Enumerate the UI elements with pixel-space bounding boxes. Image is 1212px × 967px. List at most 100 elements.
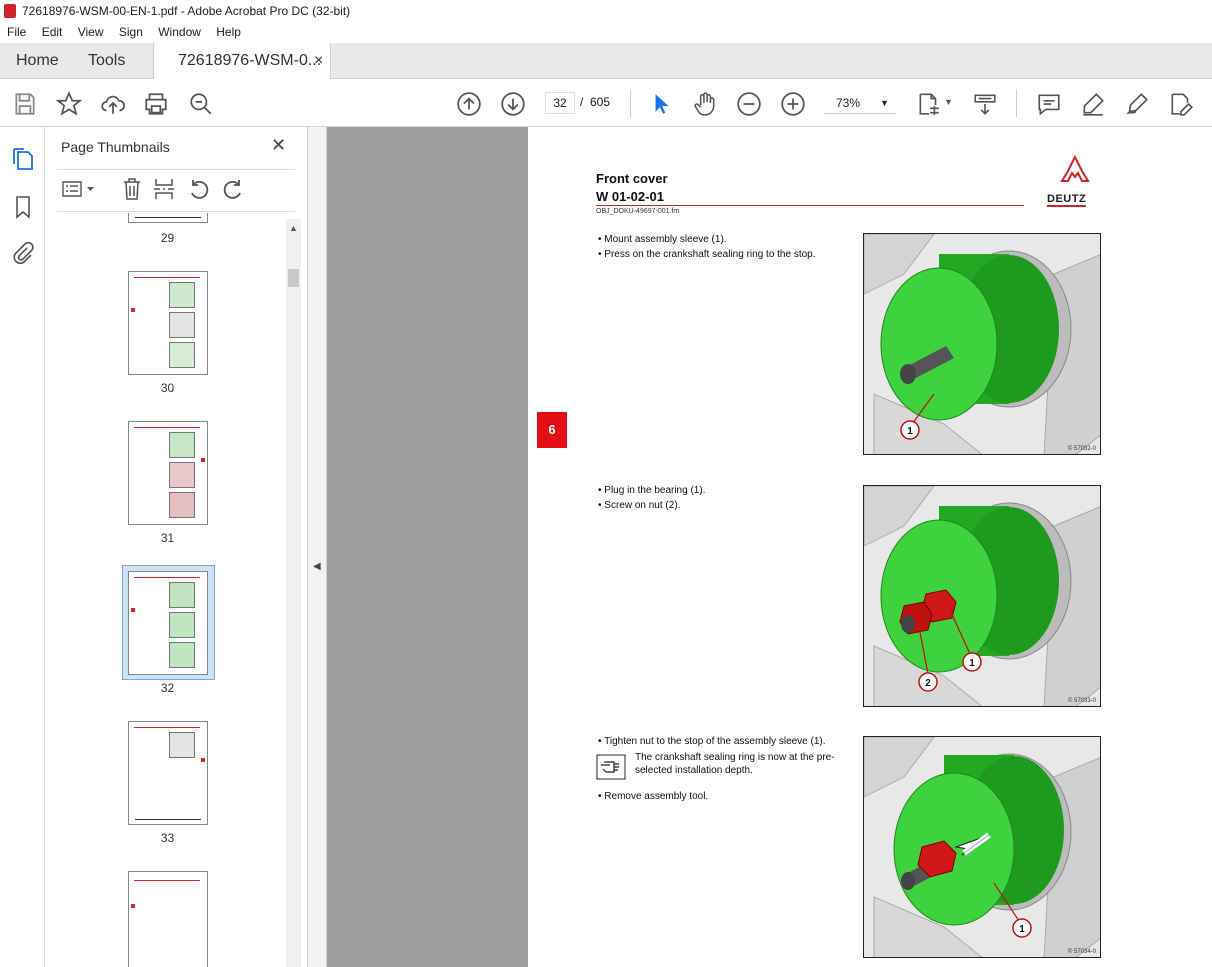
fig1-callout-1: 1 <box>907 426 913 437</box>
panel-close-icon[interactable]: ✕ <box>271 135 286 156</box>
delete-icon[interactable] <box>121 177 143 201</box>
fig2-number: © 57033-0 <box>1067 698 1096 704</box>
deutz-logo-text: DEUTZ <box>1047 193 1087 207</box>
zoom-in-icon[interactable] <box>780 91 806 117</box>
deutz-logo-icon <box>1060 155 1090 182</box>
figure-3-drawing: 1 <box>864 737 1100 957</box>
figure-tighten-nut: 1 © 57034-0 <box>863 736 1101 958</box>
menu-view[interactable]: View <box>78 25 104 39</box>
select-cursor-icon[interactable] <box>648 91 674 117</box>
doc-file: OBJ_DOKU-49697-001.fm <box>596 208 680 215</box>
thumbnail-list: 29 30 31 32 33 <box>45 213 285 967</box>
menu-file[interactable]: File <box>7 25 26 39</box>
thumbnail-scrollbar[interactable]: ▲ <box>286 219 301 967</box>
sign-pen-icon[interactable] <box>1124 91 1150 117</box>
tab-tools[interactable]: Tools <box>88 43 125 79</box>
insert-page-icon[interactable] <box>153 177 175 201</box>
panel-title: Page Thumbnails <box>61 139 170 155</box>
cloud-upload-icon[interactable] <box>100 91 126 117</box>
fig1-number: © 57032-0 <box>1067 446 1096 452</box>
menu-bar: File Edit View Sign Window Help <box>0 22 1212 43</box>
fig3-number: © 57034-0 <box>1067 949 1096 955</box>
menu-help[interactable]: Help <box>216 25 241 39</box>
fig2-callout-2: 2 <box>925 678 931 689</box>
page-number-input[interactable]: 32 <box>545 92 575 114</box>
print-icon[interactable] <box>143 91 169 117</box>
step2-text-1: Plug in the bearing (1). <box>604 485 706 496</box>
step4-bullet-1: • Remove assembly tool. <box>598 791 709 802</box>
document-viewer[interactable]: Front cover W 01-02-01 OBJ_DOKU-49697-00… <box>327 127 1212 967</box>
note-text: The crankshaft sealing ring is now at th… <box>635 752 835 776</box>
collapse-arrow-icon: ◀ <box>313 561 321 572</box>
menu-edit[interactable]: Edit <box>42 25 63 39</box>
rotate-right-icon[interactable] <box>221 177 245 201</box>
tab-bar: Home Tools 72618976-WSM-0... × <box>0 43 1212 80</box>
thumbnail-label-33: 33 <box>160 831 175 845</box>
toolbar: 32 / 605 73% ▼ ▼ <box>0 79 1212 127</box>
thumbnail-panel: Page Thumbnails ✕ 29 30 31 32 33 ▲ <box>45 127 308 967</box>
step2-text-2: Screw on nut (2). <box>604 500 681 511</box>
attachment-icon[interactable] <box>12 241 34 265</box>
thumbnail-page-34[interactable] <box>128 871 208 967</box>
scroll-up-icon[interactable]: ▲ <box>289 223 298 233</box>
page-separator: / <box>580 95 584 109</box>
page-up-icon[interactable] <box>456 91 482 117</box>
step1-text-1: Mount assembly sleeve (1). <box>604 234 727 245</box>
thumbnail-page-33[interactable] <box>128 721 208 825</box>
zoom-select[interactable]: 73% ▼ <box>824 92 896 114</box>
note-hand-icon <box>596 754 626 780</box>
thumbnail-page-32[interactable] <box>128 571 208 675</box>
figure-2-drawing: 1 2 <box>864 486 1100 706</box>
thumbnail-options-icon[interactable] <box>61 179 97 199</box>
window-title: 72618976-WSM-00-EN-1.pdf - Adobe Acrobat… <box>22 4 351 18</box>
thumbnail-label-32: 32 <box>160 681 175 695</box>
panel-collapse-handle[interactable]: ◀ <box>308 127 327 967</box>
thumbnail-page-31[interactable] <box>128 421 208 525</box>
doc-title: Front cover <box>596 171 668 186</box>
tab-document[interactable]: 72618976-WSM-0... × <box>153 43 331 80</box>
pdf-page: Front cover W 01-02-01 OBJ_DOKU-49697-00… <box>528 127 1212 967</box>
left-rail <box>0 127 45 967</box>
zoom-out-icon[interactable] <box>736 91 762 117</box>
acrobat-icon <box>4 4 16 18</box>
star-icon[interactable] <box>56 91 82 117</box>
scroll-thumb[interactable] <box>288 269 299 287</box>
step4-text-1: Remove assembly tool. <box>604 791 709 802</box>
fig2-callout-1: 1 <box>969 658 975 669</box>
step3-text-1: Tighten nut to the stop of the assembly … <box>604 736 826 747</box>
menu-sign[interactable]: Sign <box>119 25 143 39</box>
fig3-callout-1: 1 <box>1019 924 1025 935</box>
hand-tool-icon[interactable] <box>692 91 718 117</box>
figure-assembly-sleeve: 1 © 57032-0 <box>863 233 1101 455</box>
page-fit-icon[interactable] <box>916 91 942 117</box>
thumbnail-page-29[interactable] <box>128 213 208 223</box>
edit-pdf-icon[interactable] <box>1168 91 1194 117</box>
zoom-value: 73% <box>836 96 861 110</box>
step1-bullet-2: • Press on the crankshaft sealing ring t… <box>598 249 816 260</box>
thumbnail-label-31: 31 <box>160 531 175 545</box>
bookmark-icon[interactable] <box>14 195 32 219</box>
highlight-pen-icon[interactable] <box>1080 91 1106 117</box>
menu-window[interactable]: Window <box>158 25 201 39</box>
header-rule <box>596 205 1024 206</box>
save-icon[interactable] <box>12 91 38 117</box>
chapter-badge: 6 <box>537 412 567 448</box>
doc-code: W 01-02-01 <box>596 189 664 204</box>
tab-close-icon[interactable]: × <box>314 43 323 79</box>
comment-icon[interactable] <box>1036 91 1062 117</box>
page-fit-dropdown-icon[interactable]: ▼ <box>944 97 953 107</box>
thumbnail-label-29: 29 <box>160 231 175 245</box>
step2-bullet-1: • Plug in the bearing (1). <box>598 485 706 496</box>
thumbnail-label-30: 30 <box>160 381 175 395</box>
rotate-left-icon[interactable] <box>187 177 211 201</box>
scroll-mode-icon[interactable] <box>972 91 998 117</box>
page-thumbnails-icon[interactable] <box>12 147 34 171</box>
page-down-icon[interactable] <box>500 91 526 117</box>
figure-1-drawing: 1 <box>864 234 1100 454</box>
zoom-search-icon[interactable] <box>188 91 214 117</box>
thumbnail-page-30[interactable] <box>128 271 208 375</box>
total-pages: 605 <box>590 95 611 109</box>
figure-bearing-nut: 1 2 © 57033-0 <box>863 485 1101 707</box>
title-bar: 72618976-WSM-00-EN-1.pdf - Adobe Acrobat… <box>0 0 1212 22</box>
tab-home[interactable]: Home <box>16 43 59 79</box>
